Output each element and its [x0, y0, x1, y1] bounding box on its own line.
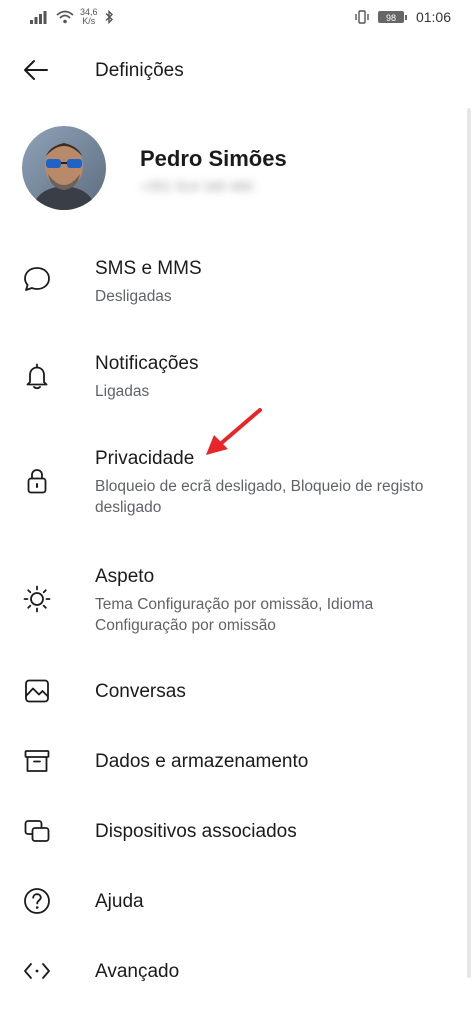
notifications-summary: Ligadas: [95, 383, 150, 400]
settings-item-advanced[interactable]: Avançado: [0, 948, 460, 998]
status-left: 34,6 K/s: [30, 8, 114, 26]
settings-item-linked-devices[interactable]: Dispositivos associados: [0, 808, 460, 858]
vibrate-icon: [355, 10, 369, 24]
battery-icon: 98: [377, 11, 407, 23]
sms-mms-summary: Desligadas: [95, 288, 172, 305]
sms-mms-label: SMS e MMS: [95, 258, 202, 279]
network-speed-unit: K/s: [82, 16, 96, 26]
settings-item-sms-mms[interactable]: SMS e MMS Desligadas: [0, 250, 460, 320]
image-icon: [20, 674, 54, 708]
status-time: 01:06: [415, 9, 451, 25]
appearance-label: Aspeto: [95, 566, 155, 587]
signal-icon: [30, 11, 47, 24]
privacy-label: Privacidade: [95, 448, 195, 469]
code-icon: [20, 954, 54, 988]
page-title: Definições: [95, 60, 184, 81]
chats-label: Conversas: [95, 681, 186, 702]
privacy-summary: Bloqueio de ecrã desligado, Bloqueio de …: [95, 478, 424, 516]
notifications-label: Notificações: [95, 353, 199, 374]
chat-bubble-icon: [20, 262, 54, 296]
avatar-photo: [22, 126, 106, 210]
brightness-icon: [20, 582, 54, 616]
profile-name: Pedro Simões: [140, 146, 287, 171]
annotation-arrow: [206, 408, 262, 455]
settings-item-data-storage[interactable]: Dados e armazenamento: [0, 738, 460, 788]
battery-level: 98: [385, 13, 396, 23]
app-bar: Definições: [0, 40, 473, 100]
scrollbar[interactable]: [467, 108, 471, 978]
help-icon: [20, 884, 54, 918]
avatar: [22, 126, 106, 210]
arrow-left-icon: [24, 60, 48, 80]
linked-devices-label: Dispositivos associados: [95, 821, 297, 842]
profile-row[interactable]: Pedro Simões +351 914 160 460: [0, 120, 460, 220]
linked-devices-icon: [20, 814, 54, 848]
bluetooth-icon: [105, 10, 113, 24]
status-right: 98 01:06: [354, 9, 451, 25]
network-speed: 34,6 K/s: [80, 8, 98, 26]
data-storage-label: Dados e armazenamento: [95, 751, 309, 772]
wifi-icon: [56, 10, 74, 24]
help-label: Ajuda: [95, 891, 144, 912]
advanced-label: Avançado: [95, 961, 180, 982]
status-bar: 34,6 K/s 98 01:06: [0, 0, 473, 34]
back-button[interactable]: [18, 54, 54, 86]
lock-icon: [20, 464, 54, 498]
settings-item-appearance[interactable]: Aspeto Tema Configuração por omissão, Id…: [0, 558, 460, 648]
bell-icon: [20, 359, 54, 393]
appearance-summary: Tema Configuração por omissão, Idioma Co…: [95, 596, 374, 634]
settings-item-chats[interactable]: Conversas: [0, 668, 460, 718]
settings-item-help[interactable]: Ajuda: [0, 878, 460, 928]
archive-icon: [20, 744, 54, 778]
profile-phone: +351 914 160 460: [140, 178, 254, 194]
